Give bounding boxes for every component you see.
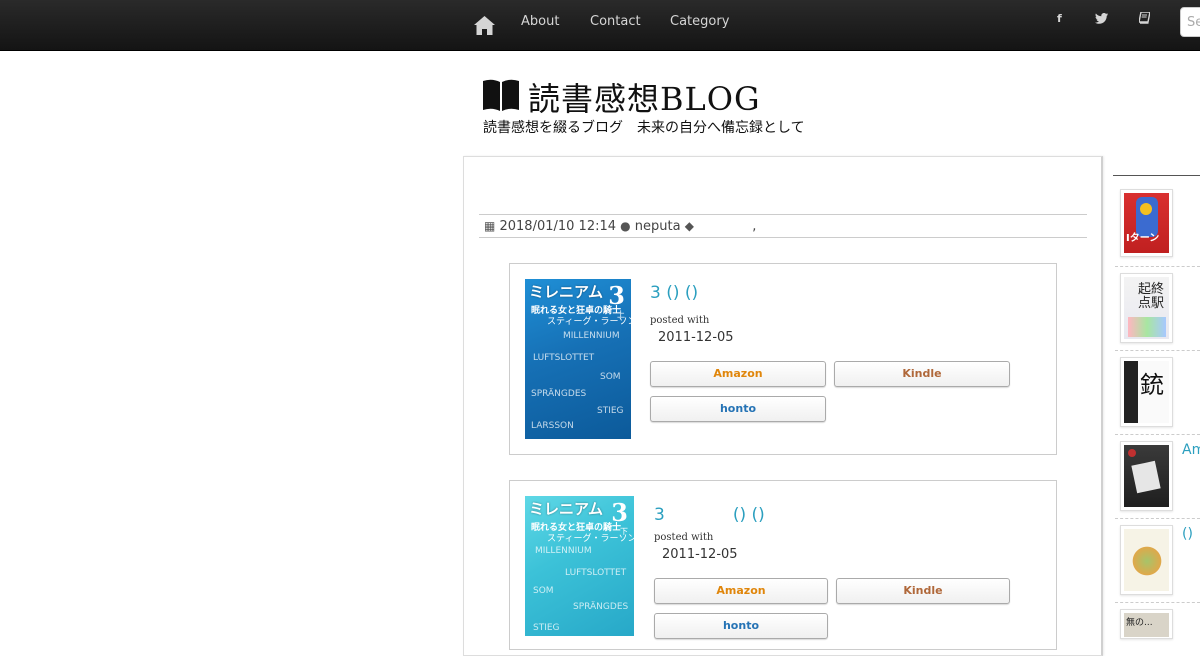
sidebar-separator (1115, 434, 1200, 435)
tag-icon: ◆ (684, 219, 694, 233)
search-input[interactable] (1180, 7, 1200, 37)
post-meta: ▦ 2018/01/10 12:14 ● neputa ◆ , (479, 214, 1087, 238)
sidebar-book-thumb[interactable]: 無の... (1120, 609, 1173, 639)
posted-with-label: posted with (650, 315, 710, 326)
sidebar-book-title-link[interactable]: () (1182, 526, 1193, 542)
logo-subtitle: 読書感想を綴るブログ 未来の自分へ備忘録として (483, 120, 805, 136)
sidebar-book-thumb[interactable]: 起終点駅 (1120, 273, 1173, 343)
thumb-label: 無の... (1126, 618, 1153, 628)
cover-title: ミレニアム (529, 283, 603, 301)
cover-word: LARSSON (531, 421, 574, 431)
home-icon[interactable] (473, 15, 496, 36)
top-navbar: About Contact Category f (0, 0, 1200, 51)
cover-word: SPRÄNGDES (573, 602, 629, 612)
thumb-label: 起終点駅 (1138, 282, 1165, 311)
cover-word: STIEG (533, 623, 560, 633)
cover-author: スティーグ・ラーソン (547, 534, 634, 544)
cover-word: LUFTSLOTTET (533, 353, 595, 363)
cover-title: ミレニアム (529, 500, 603, 518)
thumb-label: Iターン (1126, 233, 1160, 244)
cover-word: SOM (533, 586, 554, 596)
cover-word: STIEG (597, 406, 624, 416)
book-cover-image[interactable]: ミレニアム 3 上 眠れる女と狂卓の騎士 スティーグ・ラーソン MILLENNI… (525, 279, 631, 439)
kindle-button[interactable]: Kindle (834, 361, 1010, 387)
post-tags[interactable]: , (752, 219, 756, 234)
site-logo[interactable]: 読書感想BLOG 読書感想を綴るブログ 未来の自分へ備忘録として (478, 68, 830, 140)
cover-word: MILLENNIUM (563, 331, 620, 341)
thumb-label: 銃 (1140, 371, 1164, 399)
book-card: ミレニアム 3 上 眠れる女と狂卓の騎士 スティーグ・ラーソン MILLENNI… (509, 263, 1057, 455)
cover-word: LUFTSLOTTET (565, 568, 627, 578)
facebook-icon[interactable]: f (1057, 12, 1062, 25)
honto-button[interactable]: honto (654, 613, 828, 639)
nav-category-link[interactable]: Category (670, 14, 729, 29)
sidebar-separator (1115, 266, 1200, 267)
sidebar-separator (1115, 350, 1200, 351)
cover-word: SPRÄNGDES (531, 389, 587, 399)
post-date: 2018/01/10 12:14 (499, 219, 617, 234)
open-book-icon (483, 79, 519, 111)
cover-word: SOM (600, 372, 621, 382)
amazon-button[interactable]: Amazon (650, 361, 826, 387)
sidebar-book-thumb[interactable]: 銃 (1120, 357, 1173, 427)
book-icon[interactable] (1139, 12, 1150, 24)
publish-date: 2011-12-05 (658, 330, 734, 345)
book-title-link[interactable]: 3 () () (650, 283, 698, 303)
nav-contact-link[interactable]: Contact (590, 14, 641, 29)
book-card: ミレニアム 3 下 眠れる女と狂卓の騎士 スティーグ・ラーソン MILLENNI… (509, 480, 1057, 650)
sidebar-separator (1115, 518, 1200, 519)
twitter-icon[interactable] (1095, 13, 1108, 24)
sidebar-divider (1113, 175, 1200, 176)
sidebar-book-thumb[interactable] (1120, 441, 1173, 511)
post-author[interactable]: neputa (635, 219, 681, 234)
nav-about-link[interactable]: About (521, 14, 559, 29)
sidebar-separator (1115, 602, 1200, 603)
user-icon: ● (620, 219, 631, 233)
amazon-button[interactable]: Amazon (654, 578, 828, 604)
honto-button[interactable]: honto (650, 396, 826, 422)
cover-word: MILLENNIUM (535, 546, 592, 556)
posted-with-label: posted with (654, 532, 714, 543)
sidebar-book-thumb[interactable] (1120, 525, 1173, 595)
logo-title: 読書感想BLOG (528, 80, 761, 118)
book-cover-image[interactable]: ミレニアム 3 下 眠れる女と狂卓の騎士 スティーグ・ラーソン MILLENNI… (525, 496, 634, 636)
kindle-button[interactable]: Kindle (836, 578, 1010, 604)
sidebar-book-thumb[interactable]: Iターン (1120, 189, 1173, 257)
sidebar-book-title-link[interactable]: Am (1182, 442, 1200, 458)
publish-date: 2011-12-05 (662, 547, 738, 562)
cover-author: スティーグ・ラーソン (547, 317, 631, 327)
book-title-link[interactable]: 3 () () (654, 500, 765, 525)
calendar-icon: ▦ (484, 219, 496, 233)
